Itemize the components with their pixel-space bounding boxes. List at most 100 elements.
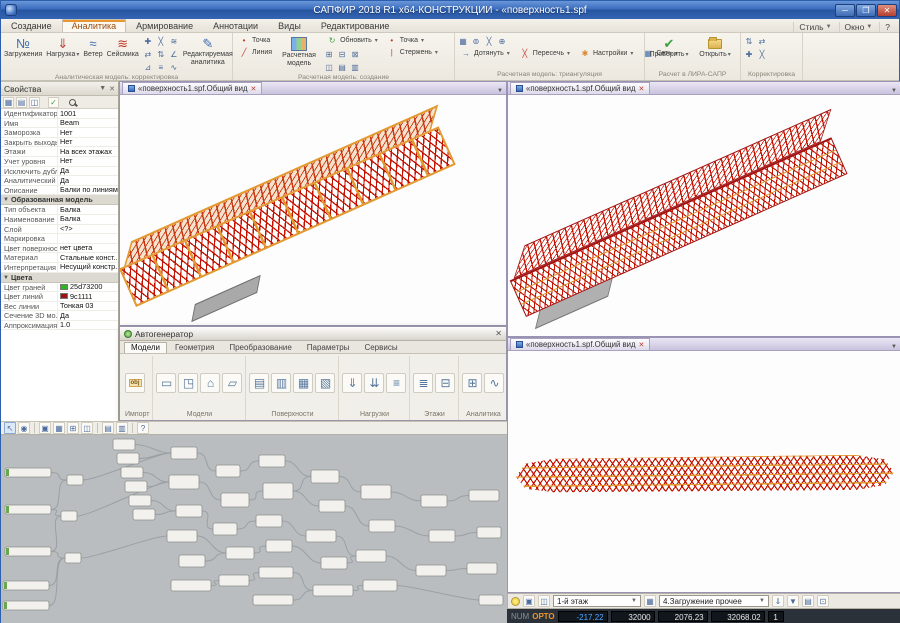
align-rows-icon[interactable]: ▤	[102, 422, 114, 434]
property-row[interactable]: Тип объектаБалка	[1, 205, 118, 215]
tool-icon-x[interactable]: ⊠	[349, 48, 361, 60]
graph-node[interactable]	[306, 530, 336, 542]
ortho-indicator[interactable]: ОРТО	[532, 612, 554, 621]
point-button[interactable]: •Точка	[235, 35, 275, 46]
floors-filter-icon[interactable]: ▦	[644, 595, 656, 607]
property-row[interactable]: Цвет поверхност...нет цвета	[1, 244, 118, 254]
model-house-icon[interactable]: ⌂	[200, 373, 220, 393]
analytics-wave-icon[interactable]: ∿	[484, 373, 504, 393]
graph-node[interactable]	[171, 447, 197, 459]
render-mode-icon[interactable]: ▣	[523, 595, 535, 607]
graph-node-slider[interactable]	[5, 547, 51, 556]
chevron-down-icon[interactable]: ▼	[497, 88, 503, 94]
autogen-tab-geometry[interactable]: Геометрия	[168, 342, 221, 353]
intersect-button[interactable]: ╳Пересечь	[516, 48, 573, 59]
graph-node[interactable]	[133, 509, 155, 520]
floor-minus-icon[interactable]: ⊟	[435, 373, 455, 393]
tab-views[interactable]: Виды	[268, 19, 311, 32]
chevron-down-icon[interactable]: ▼	[891, 88, 897, 94]
model-box-icon[interactable]: ▭	[156, 373, 176, 393]
tab-close-icon[interactable]: ✕	[251, 85, 257, 93]
graph-node[interactable]	[61, 511, 77, 521]
graph-node[interactable]	[65, 553, 81, 563]
tool-icon-col[interactable]: ◫	[323, 61, 335, 73]
tool-icon-plus[interactable]: ✚	[743, 48, 755, 60]
property-row[interactable]: Исключить дублир...Да	[1, 167, 118, 177]
graph-node[interactable]	[179, 555, 205, 567]
layers-icon[interactable]: ◫	[538, 595, 550, 607]
viewport-canvas-3d[interactable]	[508, 351, 900, 592]
property-row[interactable]: ЭтажиНа всех этажах	[1, 147, 118, 157]
tool-icon-sine[interactable]: ∿	[168, 61, 180, 73]
num-indicator[interactable]: NUM	[511, 612, 529, 621]
property-row[interactable]: Учет уровняНет	[1, 157, 118, 167]
tab-annotations[interactable]: Аннотации	[203, 19, 268, 32]
analytics-grid-icon[interactable]: ⊞	[462, 373, 482, 393]
view-grid-icon[interactable]: ▦	[3, 97, 14, 108]
layout-split-icon[interactable]: ◫	[81, 422, 93, 434]
load-button[interactable]: ⇓ Нагрузка	[45, 34, 80, 60]
viewport-canvas-3d[interactable]	[508, 95, 900, 336]
graph-node[interactable]	[311, 470, 339, 483]
align-cols-icon[interactable]: ▥	[116, 422, 128, 434]
graph-node[interactable]	[167, 530, 197, 542]
panel-menu-icon[interactable]: ▼	[99, 85, 106, 93]
tool-icon-split[interactable]: ╳	[483, 35, 495, 47]
tool-icon-tri[interactable]: ⊿	[142, 61, 154, 73]
graph-node[interactable]	[429, 530, 455, 542]
property-row[interactable]: Цвет линий9c1111	[1, 292, 118, 302]
chevron-down-icon[interactable]: ▼	[891, 344, 897, 350]
verify-button[interactable]: ✔ Проверить	[647, 34, 691, 60]
layout-grid-icon[interactable]: ▦	[53, 422, 65, 434]
viewport-canvas-3d[interactable]	[120, 95, 506, 325]
tool-icon-add[interactable]: ✚	[142, 35, 154, 47]
graph-node[interactable]	[266, 540, 292, 552]
graph-node[interactable]	[259, 455, 285, 467]
tool-icon-wave[interactable]: ≋	[168, 35, 180, 47]
graph-node[interactable]	[321, 557, 347, 569]
tool-icon-cols[interactable]: ▥	[349, 61, 361, 73]
graph-node[interactable]	[253, 595, 293, 605]
graph-node[interactable]	[67, 475, 83, 485]
property-section-header[interactable]: ▼Цвета	[1, 273, 118, 283]
tab-analytics[interactable]: Аналитика	[62, 19, 127, 32]
print-icon[interactable]: ⊡	[817, 595, 829, 607]
graph-node[interactable]	[171, 580, 211, 591]
loadcase-select[interactable]: 4.Загружение прочее▼	[659, 595, 769, 607]
tool-icon-sort[interactable]: ⇅	[155, 48, 167, 60]
help-button[interactable]: ?	[879, 22, 895, 32]
tool-icon-grid[interactable]: ⊞	[323, 48, 335, 60]
download-icon[interactable]: ⇓	[772, 595, 784, 607]
graph-node[interactable]	[363, 580, 397, 591]
tool-icon-angle[interactable]: ∠	[168, 48, 180, 60]
graph-node[interactable]	[263, 483, 293, 499]
property-row[interactable]: ОписаниеБалки по линиям	[1, 186, 118, 196]
seismic-button[interactable]: ≋ Сейсмика	[106, 34, 140, 60]
graph-node[interactable]	[176, 505, 202, 517]
import-obj-icon[interactable]: obj	[125, 373, 145, 393]
graph-node[interactable]	[259, 567, 293, 578]
layout-single-icon[interactable]: ▣	[39, 422, 51, 434]
close-button[interactable]: ✕	[877, 4, 897, 17]
graph-node[interactable]	[219, 575, 249, 586]
property-row[interactable]: Идентификатор1001	[1, 109, 118, 119]
tool-icon-up-down[interactable]: ⇅	[743, 35, 755, 47]
autogen-tab-parameters[interactable]: Параметры	[300, 342, 357, 353]
tool-icon-mesh[interactable]: ▦	[457, 35, 469, 47]
graph-node[interactable]	[125, 481, 147, 492]
graph-node[interactable]	[369, 520, 395, 532]
layout-plus-icon[interactable]: ⊞	[67, 422, 79, 434]
pointer-select-icon[interactable]: ↖	[4, 422, 16, 434]
filter-icon[interactable]: ▼	[787, 595, 799, 607]
tool-icon-swap[interactable]: ⇄	[142, 48, 154, 60]
maximize-button[interactable]: ❐	[856, 4, 876, 17]
load-down-icon[interactable]: ⇓	[342, 373, 362, 393]
tool-icon-cross[interactable]: ╳	[155, 35, 167, 47]
view-rows-icon[interactable]: ▤	[16, 97, 27, 108]
property-row[interactable]: НаименованиеБалка	[1, 215, 118, 225]
graph-node[interactable]	[467, 563, 497, 574]
graph-node[interactable]	[361, 485, 391, 499]
table-icon[interactable]: ▤	[802, 595, 814, 607]
autogenerator-title-bar[interactable]: Автогенератор ✕	[120, 327, 506, 341]
style-menu[interactable]: Стиль▼	[793, 22, 836, 32]
